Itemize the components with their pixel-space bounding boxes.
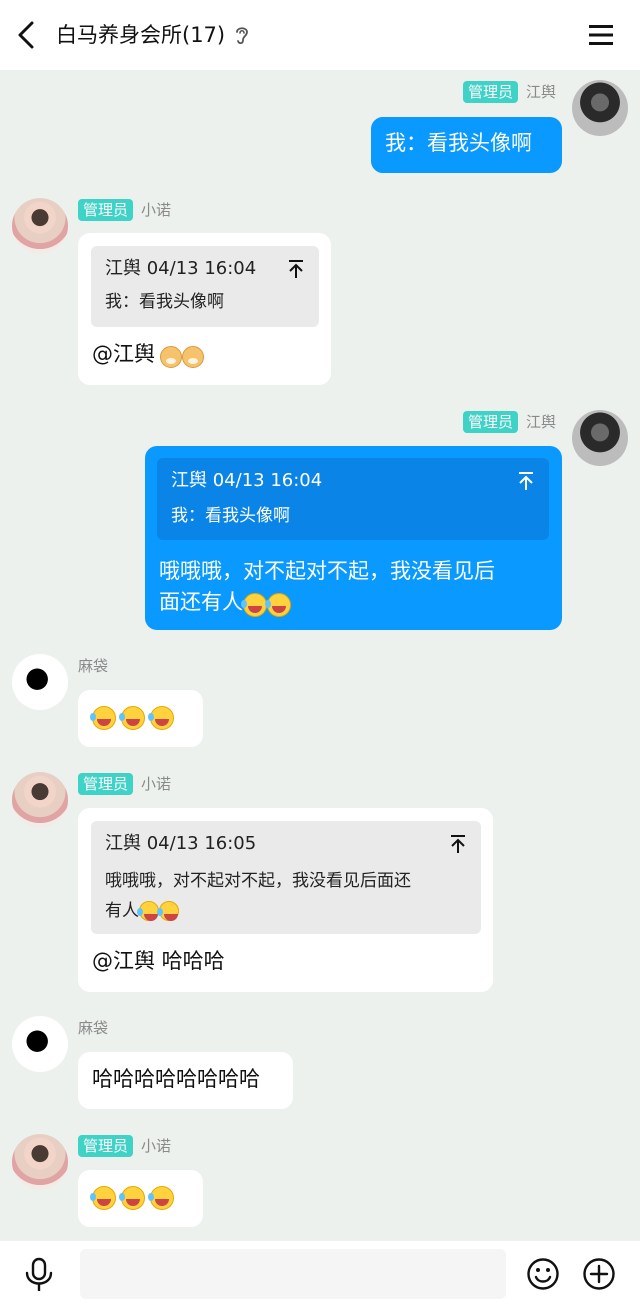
message-text: 我：看我头像啊: [385, 131, 532, 155]
crying-laughing-emoji-icon: [148, 1186, 175, 1210]
laughing-emoji-icon: [119, 706, 146, 730]
avatar[interactable]: [572, 410, 628, 466]
laughing-emoji-icon: [241, 592, 267, 617]
sender-name: 麻袋: [78, 657, 109, 675]
chat-header: 白马养身会所(17): [0, 0, 640, 70]
laughing-emoji-icon: [137, 901, 159, 921]
sender-name: 小诺: [141, 1137, 172, 1155]
crying-laughing-emoji-icon: [119, 1186, 146, 1210]
quote-header: 江舆 04/13 16:04: [105, 258, 257, 279]
input-bar: [0, 1241, 640, 1307]
message-meta: 管理员 小诺: [78, 1135, 171, 1157]
quote-header: 江舆 04/13 16:04: [171, 470, 323, 491]
chat-title: 白马养身会所(17): [56, 23, 226, 47]
laughing-emoji-icon: [90, 706, 116, 730]
message-text: 面还有人: [159, 590, 243, 614]
avatar[interactable]: [12, 1016, 68, 1072]
jump-to-top-icon[interactable]: [517, 471, 535, 491]
message-text: @江舆: [92, 342, 155, 366]
message-bubble[interactable]: 我：看我头像啊: [371, 117, 562, 173]
message-row: 管理员 小诺: [0, 1134, 640, 1230]
admin-badge: 管理员: [78, 1135, 134, 1157]
quoted-message[interactable]: 江舆 04/13 16:04 我：看我头像啊: [91, 246, 319, 327]
message-meta: 管理员 小诺: [78, 773, 171, 795]
message-row: 管理员 小诺 江舆 04/13 16:05 哦哦哦，对不起对不起，我没看见后面还…: [0, 772, 640, 994]
ear-icon[interactable]: [234, 24, 250, 46]
quote-body: 我：看我头像啊: [105, 292, 224, 312]
message-text: 哦哦哦，对不起对不起，我没看见后: [159, 559, 495, 583]
chevron-left-icon[interactable]: [14, 20, 40, 50]
jump-to-top-icon[interactable]: [449, 834, 467, 854]
admin-badge: 管理员: [78, 773, 134, 795]
message-row: 麻袋 哈哈哈哈哈哈哈哈: [0, 1016, 640, 1112]
message-bubble[interactable]: [78, 690, 203, 747]
quote-body-text: 有人: [105, 901, 139, 921]
hamburger-menu-icon[interactable]: [586, 22, 616, 48]
sender-name: 江舆: [525, 413, 556, 431]
message-meta: 麻袋: [78, 1017, 108, 1039]
avatar[interactable]: [12, 198, 68, 254]
quote-body: 哦哦哦，对不起对不起，我没看见后面还: [105, 871, 411, 891]
message-row: 管理员 小诺 江舆 04/13 16:04 我：看我头像啊 @江舆: [0, 198, 640, 388]
avatar[interactable]: [12, 772, 68, 828]
message-bubble[interactable]: 江舆 04/13 16:05 哦哦哦，对不起对不起，我没看见后面还 有人 @江舆…: [78, 808, 493, 992]
jump-to-top-icon[interactable]: [287, 259, 305, 279]
message-content: @江舆 哈哈哈: [92, 946, 225, 977]
hamster-emoji-icon: [160, 345, 183, 368]
message-row: 管理员 江舆 我：看我头像啊: [0, 80, 640, 176]
avatar[interactable]: [12, 654, 68, 710]
avatar[interactable]: [12, 1134, 68, 1190]
sender-name: 小诺: [141, 775, 172, 793]
sender-name: 小诺: [141, 201, 172, 219]
message-meta: 管理员 江舆: [462, 81, 556, 103]
message-input[interactable]: [80, 1249, 506, 1299]
laughing-emoji-icon: [148, 706, 175, 730]
sender-name: 江舆: [525, 83, 556, 101]
message-meta: 管理员 江舆: [462, 411, 556, 433]
sender-name: 麻袋: [78, 1019, 109, 1037]
microphone-icon[interactable]: [22, 1257, 56, 1293]
message-bubble[interactable]: 江舆 04/13 16:04 我：看我头像啊 @江舆: [78, 233, 331, 385]
avatar[interactable]: [572, 80, 628, 136]
message-row: 麻袋: [0, 654, 640, 750]
admin-badge: 管理员: [462, 81, 518, 103]
quoted-message[interactable]: 江舆 04/13 16:05 哦哦哦，对不起对不起，我没看见后面还 有人: [91, 821, 481, 934]
message-bubble[interactable]: [78, 1170, 203, 1227]
message-content: @江舆: [92, 339, 205, 370]
quote-header: 江舆 04/13 16:05: [105, 833, 257, 854]
hamster-emoji-icon: [182, 345, 205, 368]
admin-badge: 管理员: [78, 199, 134, 221]
plus-circle-icon[interactable]: [582, 1257, 616, 1291]
laughing-emoji-icon: [157, 901, 179, 921]
quoted-message[interactable]: 江舆 04/13 16:04 我：看我头像啊: [157, 458, 549, 540]
quote-body: 我：看我头像啊: [171, 506, 290, 526]
message-bubble[interactable]: 哈哈哈哈哈哈哈哈: [78, 1052, 293, 1109]
message-text: @江舆 哈哈哈: [92, 949, 225, 973]
message-meta: 麻袋: [78, 655, 108, 677]
message-text: 哈哈哈哈哈哈哈哈: [92, 1067, 260, 1091]
crying-laughing-emoji-icon: [90, 1186, 116, 1210]
message-bubble[interactable]: 江舆 04/13 16:04 我：看我头像啊 哦哦哦，对不起对不起，我没看见后 …: [145, 446, 562, 630]
admin-badge: 管理员: [462, 411, 518, 433]
message-meta: 管理员 小诺: [78, 199, 171, 221]
smiley-icon[interactable]: [526, 1257, 560, 1291]
quote-body: 有人: [105, 897, 179, 925]
message-row: 管理员 江舆 江舆 04/13 16:04 我：看我头像啊 哦哦哦，对不起对不起…: [0, 410, 640, 632]
message-content: 哦哦哦，对不起对不起，我没看见后 面还有人: [159, 556, 495, 618]
laughing-emoji-icon: [265, 592, 291, 617]
